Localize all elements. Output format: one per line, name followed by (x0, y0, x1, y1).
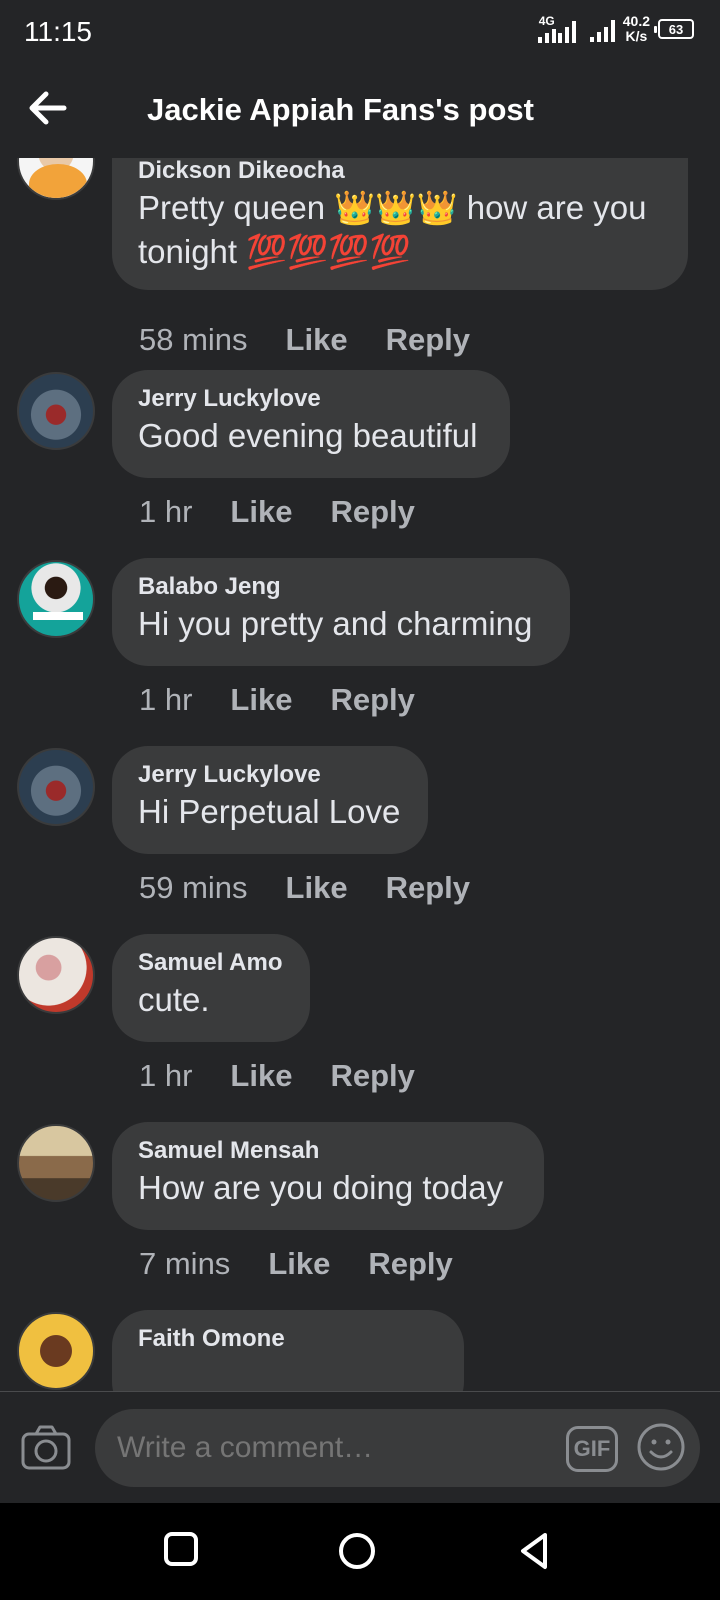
smiley-icon (637, 1423, 685, 1471)
reply-button[interactable]: Reply (368, 1246, 452, 1282)
like-button[interactable]: Like (230, 682, 292, 718)
avatar[interactable] (17, 158, 95, 200)
comments-list[interactable]: Dickson Dikeocha Pretty queen 👑👑👑 how ar… (0, 158, 720, 1391)
comment-text: cute. (138, 981, 210, 1018)
comment-time[interactable]: 58 mins (139, 322, 248, 358)
triangle-back-icon (521, 1533, 547, 1569)
avatar[interactable] (17, 372, 95, 450)
network-signal-icon: 4G (537, 14, 576, 43)
signal-strength-icon (589, 16, 615, 42)
comment-text: Hi Perpetual Love (138, 793, 401, 830)
circle-icon (339, 1533, 375, 1569)
avatar[interactable] (17, 748, 95, 826)
comment-actions: 1 hr Like Reply (139, 682, 415, 718)
home-button[interactable] (337, 1531, 381, 1575)
reply-button[interactable]: Reply (330, 682, 414, 718)
comment-composer: GIF (0, 1391, 720, 1503)
reply-button[interactable]: Reply (386, 322, 470, 358)
comment-author[interactable]: Balabo Jeng (138, 572, 544, 602)
like-button[interactable]: Like (286, 322, 348, 358)
comment-text: tonight 💯💯💯💯 (138, 233, 411, 270)
square-icon (164, 1532, 198, 1566)
avatar[interactable] (17, 1124, 95, 1202)
comment-bubble[interactable]: Samuel Mensah How are you doing today (112, 1122, 544, 1230)
status-time: 11:15 (24, 16, 92, 47)
comment-text: Good evening beautiful (138, 417, 478, 454)
network-type: 4G (538, 14, 555, 28)
camera-icon (21, 1425, 71, 1470)
header: Jackie Appiah Fans's post (0, 64, 720, 156)
avatar[interactable] (17, 560, 95, 638)
comment-bubble[interactable]: Jerry Luckylove Good evening beautiful (112, 370, 510, 478)
page-title: Jackie Appiah Fans's post (147, 92, 534, 127)
reply-button[interactable]: Reply (386, 870, 470, 906)
battery-level: 63 (668, 21, 684, 37)
back-button[interactable] (26, 86, 70, 130)
comment-actions: 1 hr Like Reply (139, 1058, 415, 1094)
comment-text: Pretty queen 👑👑👑 how are you (138, 189, 647, 226)
reply-button[interactable]: Reply (330, 494, 414, 530)
comment-time[interactable]: 7 mins (139, 1246, 230, 1282)
like-button[interactable]: Like (268, 1246, 330, 1282)
avatar[interactable] (17, 1312, 95, 1390)
comment-author[interactable]: Jerry Luckylove (138, 760, 402, 790)
comment-author[interactable]: Jerry Luckylove (138, 384, 484, 414)
comment-bubble[interactable]: Balabo Jeng Hi you pretty and charming (112, 558, 570, 666)
comment-bubble[interactable]: Faith Omone (112, 1310, 464, 1391)
gif-button[interactable]: GIF (566, 1426, 618, 1472)
comment-actions: 7 mins Like Reply (139, 1246, 453, 1282)
like-button[interactable]: Like (286, 870, 348, 906)
comment-author[interactable]: Faith Omone (138, 1324, 438, 1354)
comment-time[interactable]: 1 hr (139, 682, 192, 718)
comment-author[interactable]: Samuel Mensah (138, 1136, 518, 1166)
comment-time[interactable]: 1 hr (139, 494, 192, 530)
comment-author[interactable]: Dickson Dikeocha (138, 158, 662, 186)
camera-button[interactable] (20, 1422, 72, 1474)
comment-actions: 1 hr Like Reply (139, 494, 415, 530)
comment-bubble[interactable]: Jerry Luckylove Hi Perpetual Love (112, 746, 428, 854)
emoji-button[interactable] (636, 1422, 686, 1472)
arrow-left-icon (29, 91, 67, 125)
system-back-button[interactable] (515, 1531, 559, 1575)
comment-actions: 59 mins Like Reply (139, 870, 470, 906)
reply-button[interactable]: Reply (330, 1058, 414, 1094)
status-indicators: 4G 40.2 K/s 63 (537, 14, 694, 44)
comment-actions: 58 mins Like Reply (139, 322, 470, 358)
like-button[interactable]: Like (230, 1058, 292, 1094)
recents-button[interactable] (163, 1531, 207, 1575)
comment-text: Hi you pretty and charming (138, 605, 533, 642)
avatar[interactable] (17, 936, 95, 1014)
status-bar: 11:15 4G 40.2 K/s 63 (0, 0, 720, 64)
comment-text: How are you doing today (138, 1169, 504, 1206)
comment-bubble[interactable]: Dickson Dikeocha Pretty queen 👑👑👑 how ar… (112, 158, 688, 290)
battery-icon: 63 (654, 19, 694, 39)
comment-bubble[interactable]: Samuel Amo cute. (112, 934, 310, 1042)
like-button[interactable]: Like (230, 494, 292, 530)
comment-time[interactable]: 59 mins (139, 870, 248, 906)
speed-value: 40.2 (622, 13, 650, 29)
comment-time[interactable]: 1 hr (139, 1058, 192, 1094)
network-speed: 40.2 K/s (623, 14, 650, 44)
speed-unit: K/s (625, 28, 648, 44)
comment-author[interactable]: Samuel Amo (138, 948, 284, 978)
system-navbar (0, 1503, 720, 1600)
